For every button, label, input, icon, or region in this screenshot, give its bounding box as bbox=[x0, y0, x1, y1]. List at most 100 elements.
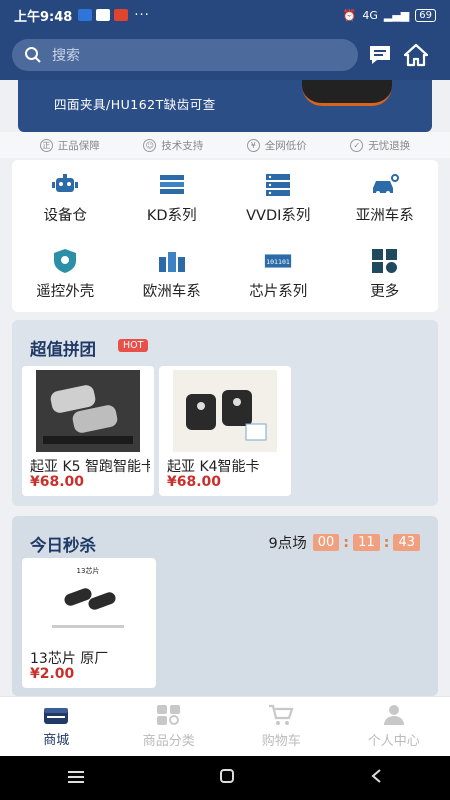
category-label: KD系列 bbox=[146, 207, 197, 224]
rack-icon bbox=[263, 172, 293, 198]
app-notification-icon bbox=[78, 9, 93, 21]
tab-categories[interactable]: 商品分类 bbox=[113, 697, 226, 756]
price-icon: ¥ bbox=[246, 138, 260, 152]
section-title: 今日秒杀 bbox=[30, 536, 96, 555]
tab-cart[interactable]: 购物车 bbox=[225, 697, 338, 756]
support-icon: ☺ bbox=[143, 138, 157, 152]
category-label: 设备仓 bbox=[43, 207, 88, 224]
status-bar: 上午9:48 ··· ⏰ 4G ▂▄▆ 69 bbox=[0, 0, 450, 30]
svg-text:101101: 101101 bbox=[266, 257, 290, 265]
tab-label: 商品分类 bbox=[142, 734, 195, 749]
shield-remote-icon bbox=[50, 248, 80, 274]
product-card[interactable]: 起亚 K4智能卡 ¥68.00 bbox=[159, 366, 291, 496]
guarantee-label: 全网低价 bbox=[264, 139, 307, 152]
signal-indicator: 4G bbox=[362, 8, 378, 22]
category-item-remote-shell[interactable]: 遥控外壳 bbox=[12, 236, 119, 312]
product-image-caption: 13芯片 bbox=[77, 566, 100, 575]
category-item-equipment[interactable]: 设备仓 bbox=[12, 160, 119, 236]
battery-indicator: 69 bbox=[415, 8, 436, 22]
category-item-kd[interactable]: KD系列 bbox=[119, 160, 226, 236]
guarantee-label: 无忧退换 bbox=[368, 139, 411, 152]
product-price: ¥2.00 bbox=[30, 666, 75, 682]
guarantee-label: 正品保障 bbox=[57, 139, 100, 152]
product-name: 13芯片 原厂 bbox=[30, 651, 109, 667]
session-label: 9点场 bbox=[268, 536, 307, 552]
status-right: ⏰ 4G ▂▄▆ 69 bbox=[342, 8, 436, 22]
promo-banner[interactable]: 四面夹具/HU162T缺齿可查 bbox=[18, 80, 432, 132]
bottom-tab-bar: 商城 商品分类 购物车 个人中心 bbox=[0, 696, 450, 756]
product-price: ¥68.00 bbox=[30, 474, 85, 490]
guarantee-item: 正 正品保障 bbox=[39, 138, 100, 153]
category-grid: 设备仓 KD系列 VVDI系列 亚洲车系 遥控外壳 欧洲车系 101101 芯片… bbox=[12, 160, 438, 312]
flash-sale-section: 今日秒杀 9点场 00 : 11 : 43 13芯片 13芯片 原厂 ¥2.00 bbox=[12, 516, 438, 696]
product-image bbox=[173, 370, 277, 452]
home-icon bbox=[403, 43, 429, 67]
search-placeholder: 搜索 bbox=[52, 48, 80, 64]
category-label: 遥控外壳 bbox=[36, 283, 95, 300]
search-icon bbox=[25, 47, 41, 63]
guarantee-label: 技术支持 bbox=[161, 139, 204, 152]
product-card[interactable]: 起亚 K5 智跑智能卡 ¥68.00 bbox=[22, 366, 154, 496]
app-notification-icon bbox=[96, 9, 111, 21]
alarm-icon: ⏰ bbox=[342, 8, 357, 22]
product-card[interactable]: 13芯片 13芯片 原厂 ¥2.00 bbox=[22, 558, 156, 688]
countdown-timer: 9点场 00 : 11 : 43 bbox=[268, 532, 420, 553]
countdown-separator: : bbox=[383, 534, 390, 551]
back-button[interactable] bbox=[370, 768, 382, 788]
menu-button[interactable] bbox=[67, 769, 84, 788]
product-image: 13芯片 bbox=[36, 562, 140, 644]
guarantee-strip: 正 正品保障 ☺ 技术支持 ¥ 全网低价 ✓ 无忧退换 bbox=[0, 132, 450, 158]
banner-text: 四面夹具/HU162T缺齿可查 bbox=[54, 97, 216, 112]
guarantee-item: ¥ 全网低价 bbox=[246, 138, 307, 153]
countdown-hours: 00 bbox=[312, 534, 340, 551]
shield-icon: 正 bbox=[39, 138, 53, 152]
category-label: 更多 bbox=[370, 283, 400, 300]
guarantee-item: ✓ 无忧退换 bbox=[350, 138, 410, 153]
tab-mall[interactable]: 商城 bbox=[0, 697, 113, 756]
more-notifications: ··· bbox=[134, 7, 150, 23]
product-name: 起亚 K5 智跑智能卡 bbox=[30, 459, 150, 475]
status-time: 上午9:48 bbox=[14, 9, 73, 25]
guarantee-item: ☺ 技术支持 bbox=[143, 138, 203, 153]
category-item-more[interactable]: 更多 bbox=[332, 236, 439, 312]
cart-icon bbox=[269, 704, 294, 725]
banner-product-image bbox=[302, 80, 392, 106]
menu-icon bbox=[67, 770, 84, 783]
countdown-separator: : bbox=[343, 534, 350, 551]
category-label: 欧洲车系 bbox=[142, 283, 201, 300]
message-icon bbox=[370, 46, 390, 64]
hot-badge: HOT bbox=[118, 339, 149, 352]
product-image bbox=[36, 370, 140, 452]
tab-label: 个人中心 bbox=[367, 734, 420, 749]
tab-profile[interactable]: 个人中心 bbox=[338, 697, 450, 756]
back-arrow-icon bbox=[371, 769, 381, 783]
message-button[interactable] bbox=[366, 41, 394, 69]
countdown-minutes: 11 bbox=[353, 534, 380, 551]
top-header: 搜索 bbox=[0, 30, 450, 80]
check-icon: ✓ bbox=[350, 138, 364, 152]
product-price: ¥68.00 bbox=[167, 474, 222, 490]
app-notification-icon bbox=[114, 9, 129, 21]
car-key-icon bbox=[370, 172, 400, 198]
user-icon bbox=[383, 705, 404, 725]
countdown-seconds: 43 bbox=[393, 534, 420, 551]
chip-icon: 101101 bbox=[263, 248, 293, 274]
home-button[interactable] bbox=[402, 41, 430, 69]
robot-icon bbox=[50, 172, 80, 198]
category-label: 芯片系列 bbox=[249, 283, 308, 300]
group-buy-section: 超值拼团 HOT 起亚 K5 智跑智能卡 ¥68.00 起亚 K4智能卡 ¥68… bbox=[12, 320, 438, 506]
tab-label: 购物车 bbox=[261, 734, 301, 749]
category-item-europe[interactable]: 欧洲车系 bbox=[119, 236, 226, 312]
square-icon bbox=[219, 769, 234, 783]
category-item-vvdi[interactable]: VVDI系列 bbox=[225, 160, 332, 236]
section-title: 超值拼团 bbox=[30, 340, 96, 359]
search-bar[interactable]: 搜索 bbox=[12, 39, 358, 71]
buildings-icon bbox=[157, 248, 187, 274]
shop-icon bbox=[44, 708, 69, 724]
category-item-chip[interactable]: 101101 芯片系列 bbox=[225, 236, 332, 312]
server-icon bbox=[157, 172, 187, 198]
home-nav-button[interactable] bbox=[219, 768, 235, 788]
category-grid-icon bbox=[156, 705, 180, 725]
category-item-asia[interactable]: 亚洲车系 bbox=[332, 160, 439, 236]
product-name: 起亚 K4智能卡 bbox=[167, 459, 260, 475]
